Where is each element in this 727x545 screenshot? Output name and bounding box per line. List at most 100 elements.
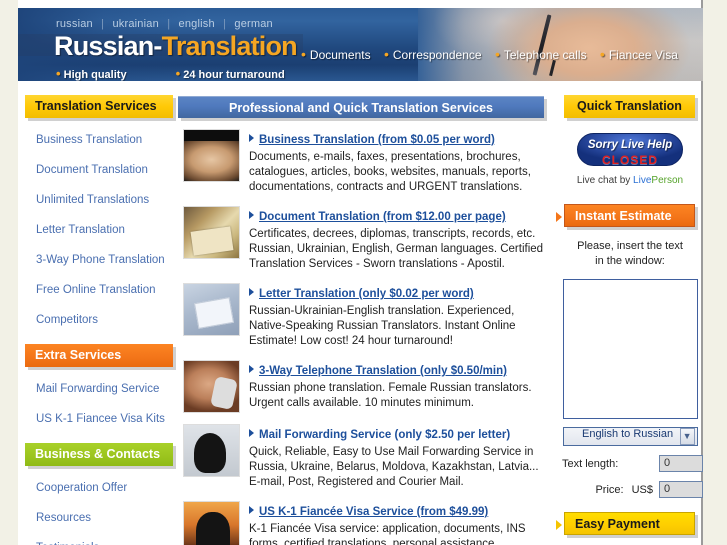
liveperson-brand-live[interactable]: Live xyxy=(633,175,651,186)
nav-item-documents[interactable]: • Documents xyxy=(301,46,371,62)
price-row: Price: US$ 0 xyxy=(557,481,703,498)
nav-label-documents: Documents xyxy=(309,48,371,62)
right-sidebar: Quick Translation Sorry Live Help CLOSED… xyxy=(556,95,703,535)
sidebar-item-cooperation-offer[interactable]: Cooperation Offer xyxy=(36,482,127,494)
tagline-high-quality: High quality xyxy=(63,69,127,81)
service-row-letter-translation: Letter Translation (only $0.02 per word)… xyxy=(178,283,550,349)
service-body: Letter Translation (only $0.02 per word)… xyxy=(249,283,550,349)
service-row-mail-forwarding-service: Mail Forwarding Service (only $2.50 per … xyxy=(178,424,550,490)
left-sidebar: Translation Services Business Translatio… xyxy=(18,95,173,545)
list-item: Competitors xyxy=(36,310,173,328)
estimate-instructions-line2: in the window: xyxy=(595,255,665,267)
sidebar-item-mail-forwarding-service[interactable]: Mail Forwarding Service xyxy=(36,383,159,395)
text-length-row: Text length: 0 xyxy=(557,455,703,472)
sidebar-list-extra-services: Mail Forwarding Service US K-1 Fiancee V… xyxy=(18,379,173,427)
sidebar-item-letter-translation[interactable]: Letter Translation xyxy=(36,224,125,236)
logo-text-translation: Translation xyxy=(161,31,298,61)
bullet-dot-icon: • xyxy=(383,46,389,62)
estimate-textarea[interactable] xyxy=(562,279,698,419)
text-length-value[interactable]: 0 xyxy=(659,455,703,472)
nav-item-correspondence[interactable]: • Correspondence xyxy=(383,46,482,62)
documents-photo-icon xyxy=(183,206,240,259)
text-length-label: Text length: xyxy=(562,457,619,470)
easy-payment-section: Easy Payment xyxy=(556,512,703,535)
language-link-english[interactable]: english xyxy=(179,18,215,30)
liveperson-brand-person[interactable]: Person xyxy=(651,175,683,186)
nav-label-telephone-calls: Telephone calls xyxy=(503,48,587,62)
lang-separator: | xyxy=(167,18,171,30)
service-row-business-translation: Business Translation (from $0.05 per wor… xyxy=(178,129,550,195)
letter-photo-icon xyxy=(183,283,240,336)
service-body: Document Translation (from $12.00 per pa… xyxy=(249,206,550,272)
language-link-german[interactable]: german xyxy=(234,18,273,30)
banner-hand-pen-photo xyxy=(418,8,703,81)
service-row-document-translation: Document Translation (from $12.00 per pa… xyxy=(178,206,550,272)
sidebar-item-us-k1-fiancee-visa-kits[interactable]: US K-1 Fiancee Visa Kits xyxy=(36,413,165,425)
arrow-right-icon xyxy=(556,212,562,222)
live-help-line1: Sorry Live Help xyxy=(587,139,673,151)
service-description: Russian phone translation. Female Russia… xyxy=(249,382,532,409)
sidebar-item-3way-phone-translation[interactable]: 3-Way Phone Translation xyxy=(36,254,165,266)
list-item: Testimonials xyxy=(36,538,173,545)
service-link-mail-forwarding-service[interactable]: Mail Forwarding Service (only $2.50 per … xyxy=(259,429,510,441)
sidebar-item-resources[interactable]: Resources xyxy=(36,512,91,524)
sidebar-item-free-online-translation[interactable]: Free Online Translation xyxy=(36,284,156,296)
price-label: Price: xyxy=(595,483,624,496)
estimate-instructions-line1: Please, insert the text xyxy=(577,240,683,252)
main-content: Professional and Quick Translation Servi… xyxy=(178,96,550,545)
lang-separator: | xyxy=(223,18,227,30)
price-value[interactable]: 0 xyxy=(659,481,703,498)
list-item: Cooperation Offer xyxy=(36,478,173,496)
bullet-dot-icon: • xyxy=(599,46,605,62)
service-link-3way-telephone-translation[interactable]: 3-Way Telephone Translation (only $0.50/… xyxy=(259,365,507,377)
service-link-business-translation[interactable]: Business Translation (from $0.05 per wor… xyxy=(259,134,495,146)
service-link-us-k1-fiancee-visa-service[interactable]: US K-1 Fiancée Visa Service (from $49.99… xyxy=(259,506,488,518)
nav-label-correspondence: Correspondence xyxy=(392,48,482,62)
nav-item-telephone-calls[interactable]: • Telephone calls xyxy=(495,46,587,62)
sidebar-list-translation-services: Business Translation Document Translatio… xyxy=(18,130,173,328)
mailbox-photo-icon xyxy=(183,424,240,477)
right-page-gutter xyxy=(705,0,727,545)
site-banner: russian | ukrainian | english | german R… xyxy=(18,8,703,81)
service-description: Certificates, decrees, diplomas, transcr… xyxy=(249,228,544,270)
live-help-button[interactable]: Sorry Live Help CLOSED xyxy=(577,133,683,166)
list-item: 3-Way Phone Translation xyxy=(36,250,173,268)
banner-tagline: • High quality • 24 hour turnaround xyxy=(56,66,285,81)
service-body: Business Translation (from $0.05 per wor… xyxy=(249,129,550,195)
sidebar-item-document-translation[interactable]: Document Translation xyxy=(36,164,148,176)
page-root: russian | ukrainian | english | german R… xyxy=(0,0,727,545)
service-body: 3-Way Telephone Translation (only $0.50/… xyxy=(249,360,550,413)
language-link-russian[interactable]: russian xyxy=(56,18,93,30)
easy-payment-label: Easy Payment xyxy=(575,517,660,531)
service-body: US K-1 Fiancée Visa Service (from $49.99… xyxy=(249,501,550,545)
nav-item-fiancee-visa[interactable]: • Fiancee Visa xyxy=(599,46,678,62)
live-help-status-closed: CLOSED xyxy=(601,152,658,167)
live-chat-credit-prefix: Live chat by xyxy=(576,175,634,186)
translation-direction-select[interactable]: English to Russian ▼ xyxy=(562,427,698,446)
service-description: Quick, Reliable, Easy to Use Mail Forwar… xyxy=(249,446,539,488)
arrow-right-icon xyxy=(556,520,562,530)
service-row-3way-telephone-translation: 3-Way Telephone Translation (only $0.50/… xyxy=(178,360,550,413)
triangle-bullet-icon xyxy=(249,211,254,219)
banner-top-nav: • Documents • Correspondence • Telephone ca… xyxy=(301,46,688,62)
sidebar-item-unlimited-translations[interactable]: Unlimited Translations xyxy=(36,194,149,206)
left-page-gutter xyxy=(0,0,18,545)
list-item: US K-1 Fiancee Visa Kits xyxy=(36,409,173,427)
sidebar-item-competitors[interactable]: Competitors xyxy=(36,314,98,326)
triangle-bullet-icon xyxy=(249,365,254,373)
site-logo[interactable]: Russian-Translation xyxy=(54,31,298,61)
triangle-bullet-icon xyxy=(249,288,254,296)
right-heading-quick-translation: Quick Translation xyxy=(564,95,695,118)
translation-direction-selected: English to Russian xyxy=(581,428,674,440)
service-link-letter-translation[interactable]: Letter Translation (only $0.02 per word) xyxy=(259,288,474,300)
chevron-down-icon[interactable]: ▼ xyxy=(679,428,695,445)
language-link-ukrainian[interactable]: ukrainian xyxy=(112,18,158,30)
service-link-document-translation[interactable]: Document Translation (from $12.00 per pa… xyxy=(259,211,506,223)
service-description: Documents, e-mails, faxes, presentations… xyxy=(249,151,531,193)
list-item: Business Translation xyxy=(36,130,173,148)
triangle-bullet-icon xyxy=(249,506,254,514)
telephone-photo-icon xyxy=(183,360,240,413)
handshake-photo-icon xyxy=(183,129,240,182)
sidebar-item-business-translation[interactable]: Business Translation xyxy=(36,134,142,146)
sidebar-heading-extra-services: Extra Services xyxy=(25,344,173,367)
